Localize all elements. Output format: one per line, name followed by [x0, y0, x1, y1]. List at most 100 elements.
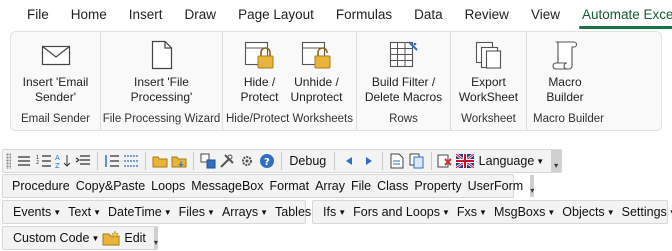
document-icon — [145, 38, 179, 72]
tab-review[interactable]: Review — [454, 0, 520, 30]
toolbar-separator — [193, 152, 195, 170]
toolbar-grip[interactable] — [6, 153, 12, 169]
group-worksheet: Export WorkSheet Worksheet — [451, 32, 527, 130]
document-icon[interactable] — [387, 151, 407, 171]
line-numbers-icon[interactable] — [102, 151, 122, 171]
toolbar-separator — [96, 152, 98, 170]
open-folder-icon[interactable] — [150, 151, 170, 171]
arrays-dropdown[interactable]: Arrays ▼ — [218, 202, 271, 222]
copy-document-icon[interactable] — [407, 151, 427, 171]
group-title-file-processing-wizard: File Processing Wizard — [102, 113, 221, 125]
userform-grid-icon[interactable] — [198, 151, 218, 171]
macro-builder-label: Macro Builder — [546, 75, 584, 104]
insert-file-processing-button[interactable]: Insert 'File Processing' — [112, 38, 212, 105]
code-toolbar-3b: Ifs ▼ Fors and Loops ▼ Fxs ▼ MsgBoxs ▼ Objec… — [312, 200, 672, 224]
indent-icon[interactable] — [73, 151, 93, 171]
userform-button[interactable]: UserForm — [465, 176, 527, 196]
fxs-dropdown[interactable]: Fxs ▼ — [453, 202, 490, 222]
tab-draw[interactable]: Draw — [174, 0, 228, 30]
toolbar-options-button[interactable]: ▾ — [551, 150, 562, 172]
files-label: Files — [178, 205, 206, 219]
arrow-left-icon[interactable] — [339, 151, 359, 171]
group-rows: Build Filter / Delete Macros Rows — [357, 32, 451, 130]
text-dropdown[interactable]: Text ▼ — [64, 202, 104, 222]
tab-home[interactable]: Home — [60, 0, 118, 30]
debug-button[interactable]: Debug — [285, 151, 330, 171]
language-dropdown[interactable]: Language ▼ — [475, 151, 548, 171]
events-dropdown[interactable]: Events ▼ — [9, 202, 64, 222]
delete-icon[interactable] — [435, 151, 455, 171]
tab-insert[interactable]: Insert — [118, 0, 174, 30]
custom-code-dropdown[interactable]: Custom Code ▼ — [9, 228, 102, 248]
language-flag-icon[interactable] — [455, 151, 475, 171]
dropdown-arrow-icon: ▼ — [91, 234, 100, 243]
dropdown-arrow-icon: ▼ — [163, 208, 172, 217]
messagebox-button[interactable]: MessageBox — [188, 176, 266, 196]
toolbar-options-button[interactable]: ▾ — [530, 175, 535, 197]
unhide-unprotect-button[interactable]: Unhide / Unprotect — [287, 38, 347, 105]
save-icon[interactable] — [170, 151, 190, 171]
datetime-dropdown[interactable]: DateTime ▼ — [104, 202, 175, 222]
tab-page-layout[interactable]: Page Layout — [227, 0, 325, 30]
fors-and-loops-label: Fors and Loops — [353, 205, 440, 219]
fxs-label: Fxs — [456, 205, 478, 219]
edit-button[interactable]: Edit — [120, 228, 150, 248]
arrow-right-icon[interactable] — [359, 151, 379, 171]
copy-paste-button[interactable]: Copy&Paste — [73, 176, 148, 196]
tab-file[interactable]: File — [0, 0, 60, 30]
ribbon-panel: Insert 'Email Sender' Email Sender Inser… — [10, 31, 662, 131]
procedure-button[interactable]: Procedure — [9, 176, 73, 196]
sort-az-icon[interactable]: AZ — [54, 151, 74, 171]
fors-and-loops-dropdown[interactable]: Fors and Loops ▼ — [349, 202, 453, 222]
files-dropdown[interactable]: Files ▼ — [175, 202, 218, 222]
toolbar-separator — [334, 152, 336, 170]
folder-star-icon[interactable] — [102, 228, 120, 248]
array-button[interactable]: Array — [312, 176, 348, 196]
property-button[interactable]: Property — [411, 176, 464, 196]
tab-view[interactable]: View — [520, 0, 571, 30]
loops-button[interactable]: Loops — [148, 176, 188, 196]
file-button[interactable]: File — [348, 176, 374, 196]
macro-builder-button[interactable]: Macro Builder — [535, 38, 595, 105]
help-icon[interactable]: ? — [257, 151, 277, 171]
export-worksheet-label: Export WorkSheet — [458, 75, 519, 104]
svg-text:A: A — [55, 154, 60, 162]
dropdown-arrow-icon: ▼ — [606, 208, 615, 217]
comment-block-icon[interactable] — [121, 151, 141, 171]
language-label: Language — [478, 154, 535, 168]
insert-email-sender-button[interactable]: Insert 'Email Sender' — [14, 38, 98, 105]
filter-grid-icon — [387, 38, 421, 72]
tab-automate-excel[interactable]: Automate Excel — [571, 0, 672, 30]
export-worksheet-button[interactable]: Export WorkSheet — [454, 38, 524, 105]
objects-dropdown[interactable]: Objects ▼ — [558, 202, 617, 222]
build-filter-delete-macros-button[interactable]: Build Filter / Delete Macros — [359, 38, 449, 105]
class-button[interactable]: Class — [374, 176, 411, 196]
text-label: Text — [68, 205, 92, 219]
group-title-email-sender: Email Sender — [20, 113, 91, 125]
list-lines-icon[interactable] — [14, 151, 34, 171]
ifs-dropdown[interactable]: Ifs ▼ — [319, 202, 349, 222]
numbered-list-icon[interactable]: 12 — [34, 151, 54, 171]
dropdown-arrow-icon: ▼ — [547, 208, 556, 217]
hide-protect-button[interactable]: Hide / Protect — [233, 38, 287, 105]
objects-label: Objects — [562, 205, 605, 219]
settings-icon[interactable] — [237, 151, 257, 171]
msgboxs-label: MsgBoxs — [493, 205, 546, 219]
excel-window: File Home Insert Draw Page Layout Formul… — [0, 0, 672, 251]
dropdown-arrow-icon: ▼ — [338, 208, 347, 217]
dropdown-arrow-icon: ▼ — [207, 208, 215, 217]
code-toolbar-4: Custom Code ▼ Edit ▾ — [2, 226, 158, 250]
unlock-icon — [300, 38, 334, 72]
tab-formulas[interactable]: Formulas — [325, 0, 403, 30]
format-button[interactable]: Format — [267, 176, 313, 196]
group-macro-builder: Macro Builder Macro Builder — [527, 32, 661, 130]
unhide-unprotect-label: Unhide / Unprotect — [290, 75, 343, 104]
toolbar-options-button[interactable]: ▾ — [153, 227, 158, 249]
tab-data[interactable]: Data — [403, 0, 454, 30]
code-toolbar-1: 12 AZ ? Debug Language ▼ ▾ — [2, 149, 562, 173]
tools-icon[interactable] — [218, 151, 238, 171]
tables-label: Tables — [275, 205, 312, 219]
settings-dropdown[interactable]: Settings▼ — [618, 202, 672, 222]
msgboxs-dropdown[interactable]: MsgBoxs ▼ — [490, 202, 558, 222]
svg-text:Z: Z — [55, 162, 60, 169]
